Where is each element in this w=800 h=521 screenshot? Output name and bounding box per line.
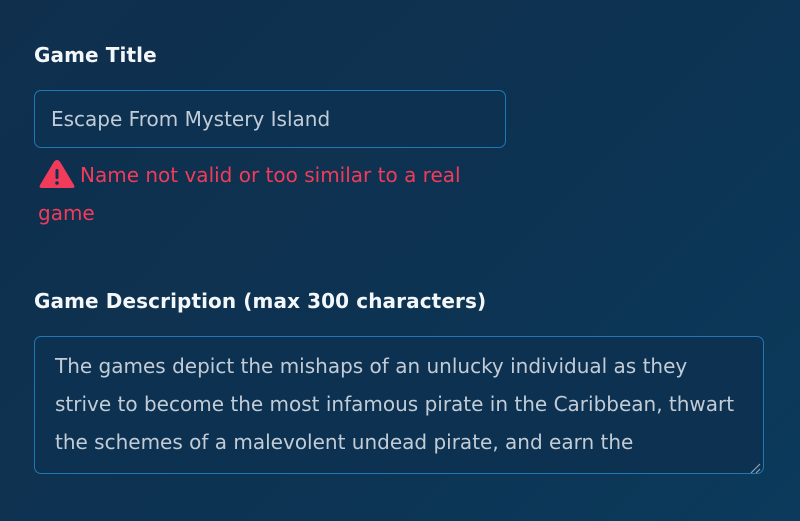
title-error-text: Name not valid or too similar to a real … bbox=[38, 163, 461, 225]
resize-handle-icon[interactable] bbox=[749, 459, 761, 473]
game-description-textarea[interactable]: The games depict the mishaps of an unluc… bbox=[35, 337, 763, 473]
game-title-input[interactable] bbox=[34, 90, 506, 148]
warning-triangle-icon bbox=[38, 158, 76, 190]
game-description-field: The games depict the mishaps of an unluc… bbox=[34, 336, 764, 474]
game-description-label: Game Description (max 300 characters) bbox=[34, 289, 487, 313]
game-form: Game Title Name not valid or too similar… bbox=[34, 40, 764, 474]
game-title-label: Game Title bbox=[34, 43, 157, 67]
title-error-message: Name not valid or too similar to a real … bbox=[38, 156, 508, 232]
